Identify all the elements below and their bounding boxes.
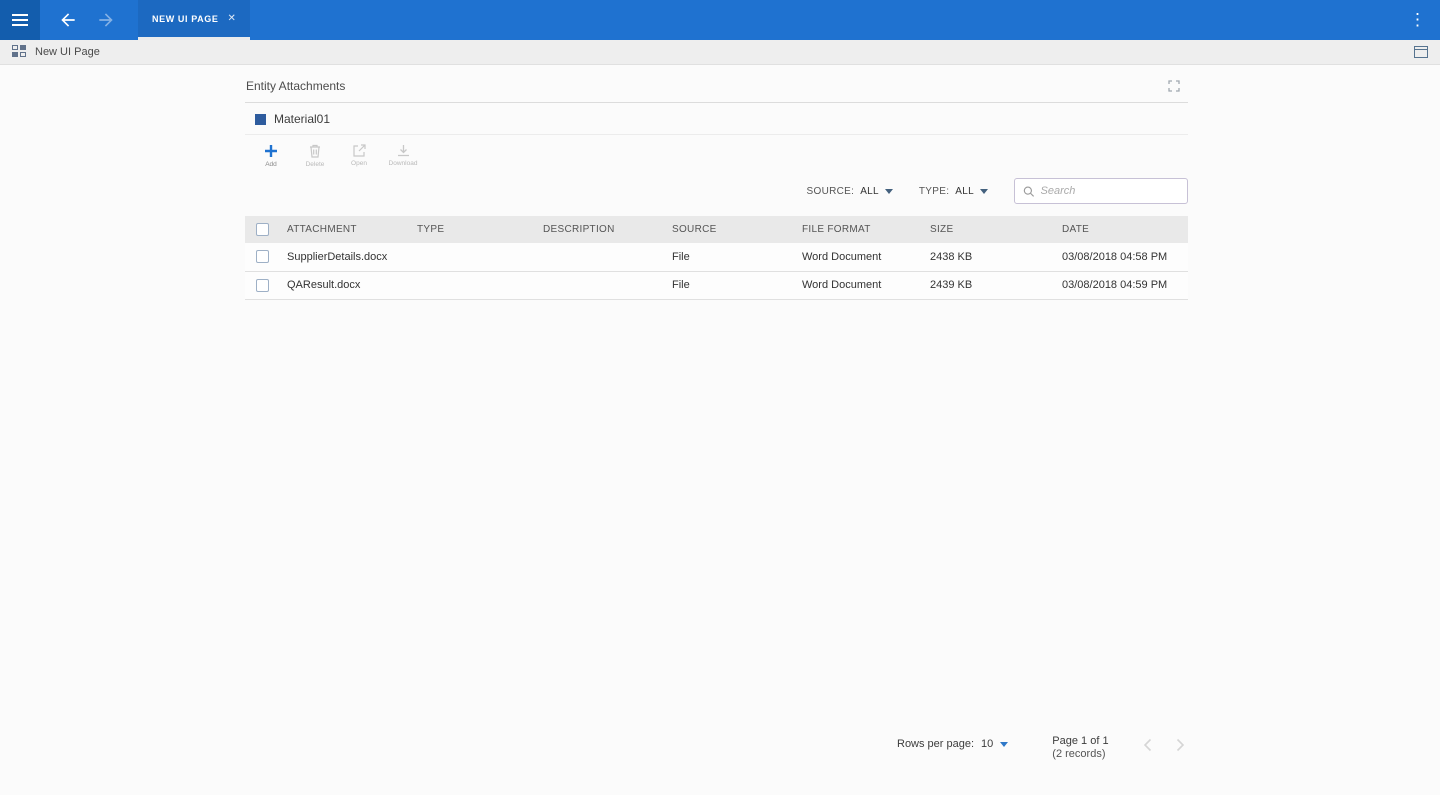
source-filter-label: SOURCE: xyxy=(807,186,855,197)
cell-source: File xyxy=(664,243,794,271)
chevron-down-icon xyxy=(885,189,893,194)
entity-row: Material01 xyxy=(245,103,1188,135)
column-header-file-format[interactable]: FILE FORMAT xyxy=(794,216,922,243)
top-bar: NEW UI PAGE ✕ ⋮ xyxy=(0,0,1440,40)
row-checkbox[interactable] xyxy=(256,250,269,263)
trash-icon xyxy=(308,143,322,159)
cell-file-format: Word Document xyxy=(794,271,922,299)
download-button[interactable]: Download xyxy=(387,143,419,168)
open-button-label: Open xyxy=(351,160,367,167)
page-label: Page 1 of 1 xyxy=(1052,735,1108,748)
add-button-label: Add xyxy=(265,161,277,168)
forward-arrow-icon[interactable] xyxy=(96,10,116,30)
cell-attachment: SupplierDetails.docx xyxy=(279,243,409,271)
type-filter-dropdown[interactable]: TYPE: ALL xyxy=(919,186,988,197)
rows-per-page-label: Rows per page: xyxy=(897,738,974,750)
type-filter-value: ALL xyxy=(955,186,974,197)
search-input[interactable] xyxy=(1041,185,1179,197)
expand-icon[interactable] xyxy=(1168,80,1186,92)
kebab-menu-icon[interactable]: ⋮ xyxy=(1409,0,1426,40)
delete-button-label: Delete xyxy=(306,161,325,168)
nav-arrows xyxy=(58,0,116,40)
entity-attachments-panel: Entity Attachments Material01 Add xyxy=(245,77,1188,300)
table-header-row: ATTACHMENT TYPE DESCRIPTION SOURCE FILE … xyxy=(245,216,1188,243)
table-row[interactable]: QAResult.docx File Word Document 2439 KB… xyxy=(245,271,1188,299)
column-header-size[interactable]: SIZE xyxy=(922,216,1054,243)
column-header-source[interactable]: SOURCE xyxy=(664,216,794,243)
open-button[interactable]: Open xyxy=(343,143,375,168)
rows-per-page-value: 10 xyxy=(981,738,993,750)
chevron-down-icon xyxy=(1000,742,1008,747)
tab-new-ui-page[interactable]: NEW UI PAGE ✕ xyxy=(138,0,250,40)
breadcrumb: New UI Page xyxy=(35,46,100,58)
attachments-toolbar: Add Delete Open Download xyxy=(245,135,1188,170)
tab-label: NEW UI PAGE xyxy=(152,14,218,24)
attachments-table: ATTACHMENT TYPE DESCRIPTION SOURCE FILE … xyxy=(245,216,1188,300)
filter-row: SOURCE: ALL TYPE: ALL xyxy=(245,178,1188,204)
download-button-label: Download xyxy=(389,160,418,167)
cell-type xyxy=(409,243,535,271)
column-header-type[interactable]: TYPE xyxy=(409,216,535,243)
entity-name: Material01 xyxy=(274,112,330,126)
plus-icon xyxy=(263,143,279,159)
grid-icon xyxy=(12,45,26,60)
page-title: Entity Attachments xyxy=(246,79,345,93)
panel-layout-icon[interactable] xyxy=(1414,46,1428,58)
column-header-description[interactable]: DESCRIPTION xyxy=(535,216,664,243)
next-page-icon[interactable] xyxy=(1176,738,1185,752)
column-header-date[interactable]: DATE xyxy=(1054,216,1188,243)
source-filter-dropdown[interactable]: SOURCE: ALL xyxy=(807,186,893,197)
row-checkbox[interactable] xyxy=(256,279,269,292)
open-external-icon xyxy=(352,143,367,158)
cell-date: 03/08/2018 04:59 PM xyxy=(1054,271,1188,299)
cell-source: File xyxy=(664,271,794,299)
page-info: Page 1 of 1 (2 records) xyxy=(1052,735,1108,761)
main-content: Entity Attachments Material01 Add xyxy=(0,65,1440,795)
source-filter-value: ALL xyxy=(860,186,879,197)
add-button[interactable]: Add xyxy=(255,143,287,168)
download-icon xyxy=(396,143,411,158)
cell-description xyxy=(535,243,664,271)
records-count: (2 records) xyxy=(1052,748,1108,761)
search-icon xyxy=(1023,185,1035,198)
breadcrumb-bar: New UI Page xyxy=(0,40,1440,65)
cell-description xyxy=(535,271,664,299)
table-row[interactable]: SupplierDetails.docx File Word Document … xyxy=(245,243,1188,271)
panel-header: Entity Attachments xyxy=(245,77,1188,103)
rows-per-page-dropdown[interactable]: Rows per page: 10 xyxy=(897,735,1008,750)
type-filter-label: TYPE: xyxy=(919,186,949,197)
hamburger-menu-icon[interactable] xyxy=(0,0,40,40)
pagination-bar: Rows per page: 10 Page 1 of 1 (2 records… xyxy=(897,735,1185,761)
delete-button[interactable]: Delete xyxy=(299,143,331,168)
column-header-attachment[interactable]: ATTACHMENT xyxy=(279,216,409,243)
previous-page-icon[interactable] xyxy=(1143,738,1152,752)
select-all-checkbox[interactable] xyxy=(256,223,269,236)
search-box xyxy=(1014,178,1188,204)
back-arrow-icon[interactable] xyxy=(58,10,78,30)
cell-type xyxy=(409,271,535,299)
cell-date: 03/08/2018 04:58 PM xyxy=(1054,243,1188,271)
pager-arrows xyxy=(1143,735,1185,752)
entity-icon xyxy=(255,114,266,125)
chevron-down-icon xyxy=(980,189,988,194)
cell-attachment: QAResult.docx xyxy=(279,271,409,299)
cell-file-format: Word Document xyxy=(794,243,922,271)
cell-size: 2438 KB xyxy=(922,243,1054,271)
tab-close-icon[interactable]: ✕ xyxy=(227,13,236,24)
cell-size: 2439 KB xyxy=(922,271,1054,299)
